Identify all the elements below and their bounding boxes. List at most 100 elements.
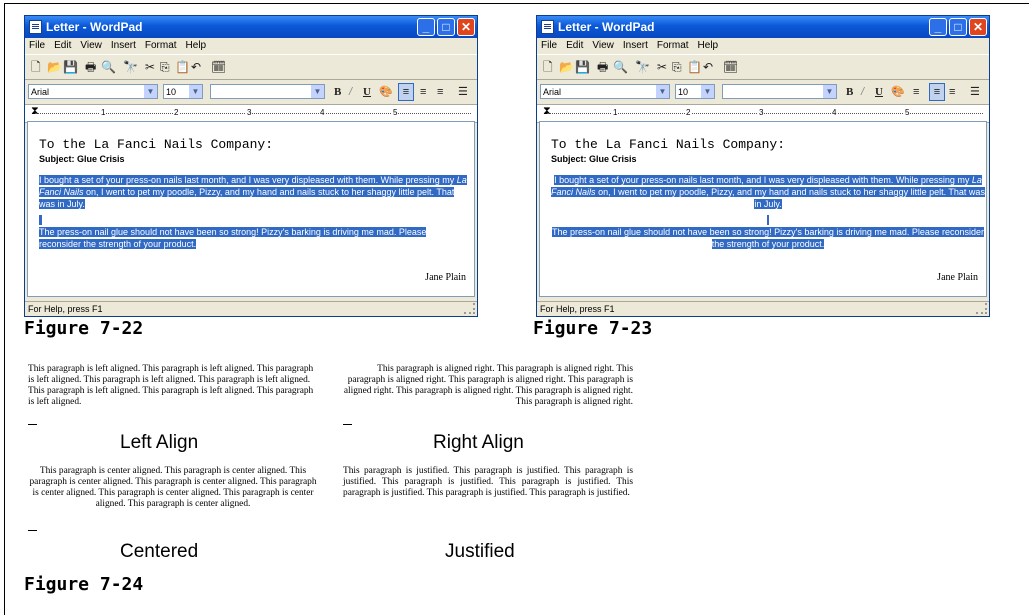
align-right-icon[interactable]: ≡	[949, 86, 955, 98]
align-right-icon[interactable]: ≡	[437, 86, 443, 98]
chevron-down-icon[interactable]: ▼	[701, 85, 714, 98]
status-bar: For Help, press F1	[537, 301, 989, 316]
paragraph-text: I bought a set of your press-on nails la…	[39, 175, 457, 185]
print-preview-icon[interactable]: 🔍	[613, 61, 628, 73]
menu-edit[interactable]: Edit	[566, 40, 583, 51]
find-icon[interactable]: 🔭	[635, 61, 650, 73]
script-combo[interactable]: ▼	[722, 84, 837, 99]
indent-marker-icon[interactable]: ⧗	[31, 105, 39, 118]
caption-left-align: Left Align	[120, 432, 199, 453]
undo-icon[interactable]: ↶	[703, 61, 713, 73]
bold-icon[interactable]: B	[334, 86, 341, 98]
menu-format[interactable]: Format	[657, 40, 689, 51]
align-left-icon[interactable]: ≡	[398, 83, 414, 101]
color-icon[interactable]: 🎨	[891, 86, 905, 98]
print-icon[interactable]: 🖶	[597, 61, 608, 73]
italic-icon[interactable]: /	[861, 86, 864, 98]
copy-icon[interactable]: ⎘	[672, 61, 682, 73]
resize-grip-icon[interactable]	[976, 303, 987, 314]
menu-insert[interactable]: Insert	[623, 40, 648, 51]
chevron-down-icon[interactable]: ▼	[144, 85, 157, 98]
new-icon[interactable]: 🗋	[31, 61, 41, 73]
document-area[interactable]: To the La Fanci Nails Company: Subject: …	[27, 121, 475, 297]
sample-right-aligned: This paragraph is aligned right. This pa…	[343, 364, 633, 407]
document-area[interactable]: To the La Fanci Nails Company: Subject: …	[539, 121, 987, 297]
menu-help[interactable]: Help	[186, 40, 207, 51]
close-icon[interactable]: ✕	[969, 18, 987, 36]
chevron-down-icon[interactable]: ▼	[823, 85, 836, 98]
title-bar[interactable]: Letter - WordPad _ □ ✕	[25, 16, 477, 38]
paste-icon[interactable]: 📋	[175, 61, 190, 73]
font-name-value: Arial	[31, 87, 50, 97]
new-icon[interactable]: 🗋	[543, 61, 553, 73]
maximize-icon[interactable]: □	[949, 18, 967, 36]
sample-justified: This paragraph is justified. This paragr…	[343, 466, 633, 498]
cut-icon[interactable]: ✂	[657, 61, 667, 73]
open-icon[interactable]: 📂	[47, 61, 62, 73]
align-center-icon[interactable]: ≡	[420, 86, 426, 98]
bold-icon[interactable]: B	[846, 86, 853, 98]
ruler-number: 5	[392, 108, 399, 117]
text-cursor	[28, 530, 37, 531]
font-size-value: 10	[166, 87, 177, 97]
minimize-icon[interactable]: _	[417, 18, 435, 36]
print-preview-icon[interactable]: 🔍	[101, 61, 116, 73]
close-icon[interactable]: ✕	[457, 18, 475, 36]
indent-marker-icon[interactable]: ⧗	[543, 105, 551, 118]
paragraph-text: I bought a set of your press-on nails la…	[554, 175, 972, 185]
undo-icon[interactable]: ↶	[191, 61, 201, 73]
chevron-down-icon[interactable]: ▼	[189, 85, 202, 98]
align-left-icon[interactable]: ≡	[913, 86, 919, 98]
menu-view[interactable]: View	[80, 40, 102, 51]
print-icon[interactable]: 🖶	[85, 61, 96, 73]
date-time-icon[interactable]: 🗓	[211, 61, 226, 73]
font-size-combo[interactable]: 10 ▼	[675, 84, 715, 99]
underline-icon[interactable]: U	[363, 86, 371, 98]
resize-grip-icon[interactable]	[464, 303, 475, 314]
ruler-number: 4	[319, 108, 326, 117]
paste-icon[interactable]: 📋	[687, 61, 702, 73]
script-combo[interactable]: ▼	[210, 84, 325, 99]
selected-empty-line	[548, 214, 988, 226]
bullets-icon[interactable]: ☰	[458, 86, 468, 98]
open-icon[interactable]: 📂	[559, 61, 574, 73]
figure-frame-left	[4, 3, 5, 615]
underline-icon[interactable]: U	[875, 86, 883, 98]
italic-icon[interactable]: /	[349, 86, 352, 98]
find-icon[interactable]: 🔭	[123, 61, 138, 73]
menu-file[interactable]: File	[541, 40, 557, 51]
figure-label-7-23: Figure 7-23	[533, 318, 653, 339]
status-text: For Help, press F1	[28, 304, 103, 314]
menu-view[interactable]: View	[592, 40, 614, 51]
chevron-down-icon[interactable]: ▼	[656, 85, 669, 98]
window-title: Letter - WordPad	[46, 20, 143, 34]
save-icon[interactable]: 💾	[63, 61, 78, 73]
save-icon[interactable]: 💾	[575, 61, 590, 73]
align-center-icon[interactable]: ≡	[929, 83, 945, 101]
status-text: For Help, press F1	[540, 304, 615, 314]
copy-icon[interactable]: ⎘	[160, 61, 170, 73]
font-name-combo[interactable]: Arial ▼	[540, 84, 670, 99]
menu-format[interactable]: Format	[145, 40, 177, 51]
date-time-icon[interactable]: 🗓	[723, 61, 738, 73]
maximize-icon[interactable]: □	[437, 18, 455, 36]
menu-help[interactable]: Help	[698, 40, 719, 51]
font-name-combo[interactable]: Arial ▼	[28, 84, 158, 99]
menu-edit[interactable]: Edit	[54, 40, 71, 51]
font-name-value: Arial	[543, 87, 562, 97]
bullets-icon[interactable]: ☰	[970, 86, 980, 98]
letter-signature: Jane Plain	[937, 272, 978, 283]
font-size-combo[interactable]: 10 ▼	[163, 84, 203, 99]
figure-label-7-22: Figure 7-22	[24, 318, 144, 339]
caption-right-align: Right Align	[433, 432, 524, 453]
color-icon[interactable]: 🎨	[379, 86, 393, 98]
menu-insert[interactable]: Insert	[111, 40, 136, 51]
paragraph-text: The press-on nail glue should not have b…	[39, 227, 427, 249]
letter-paragraph-2: The press-on nail glue should not have b…	[548, 226, 988, 250]
menu-file[interactable]: File	[29, 40, 45, 51]
title-bar[interactable]: Letter - WordPad _ □ ✕	[537, 16, 989, 38]
menu-bar: File Edit View Insert Format Help	[25, 38, 477, 54]
chevron-down-icon[interactable]: ▼	[311, 85, 324, 98]
cut-icon[interactable]: ✂	[145, 61, 155, 73]
minimize-icon[interactable]: _	[929, 18, 947, 36]
